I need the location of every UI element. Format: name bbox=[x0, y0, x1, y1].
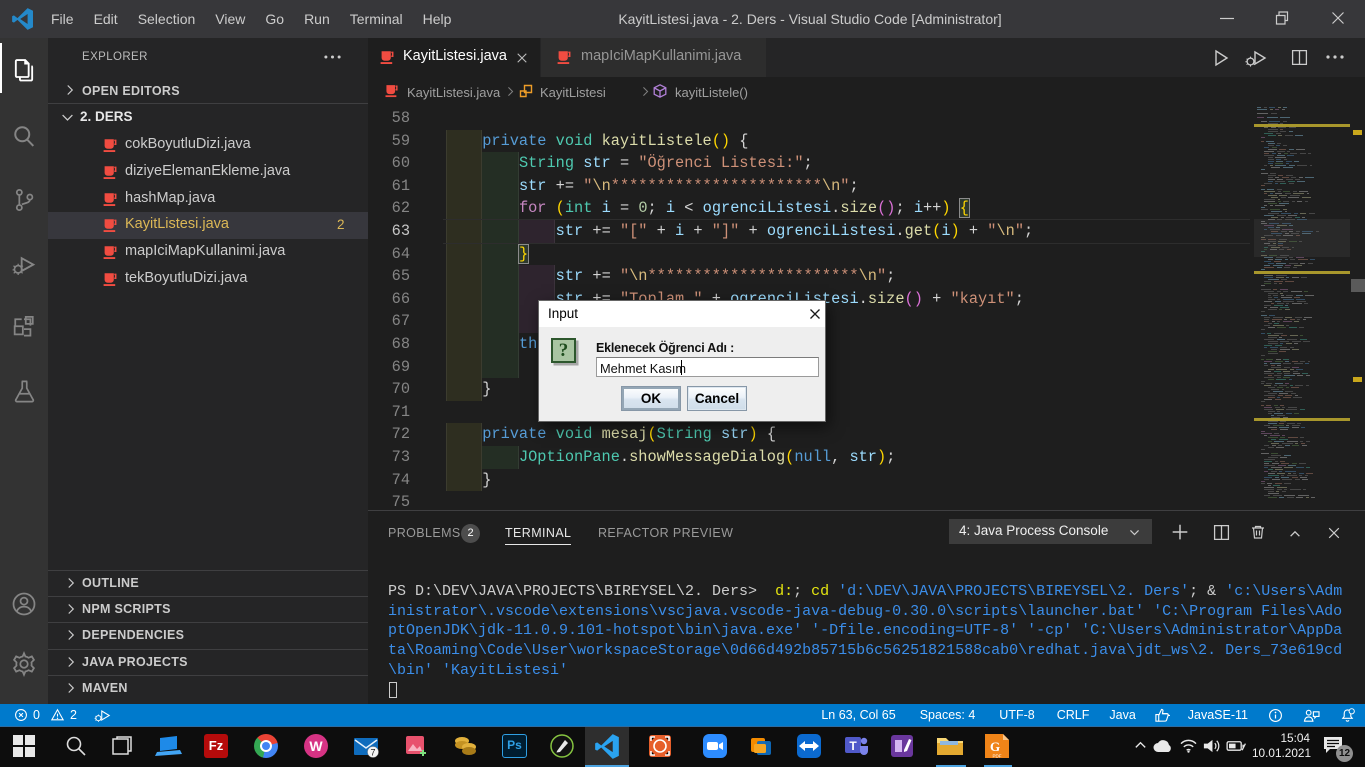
svg-text:PDF: PDF bbox=[993, 754, 1002, 759]
svg-text:T: T bbox=[849, 739, 857, 753]
svg-text:G: G bbox=[990, 739, 1000, 754]
svg-text:7: 7 bbox=[370, 748, 375, 758]
